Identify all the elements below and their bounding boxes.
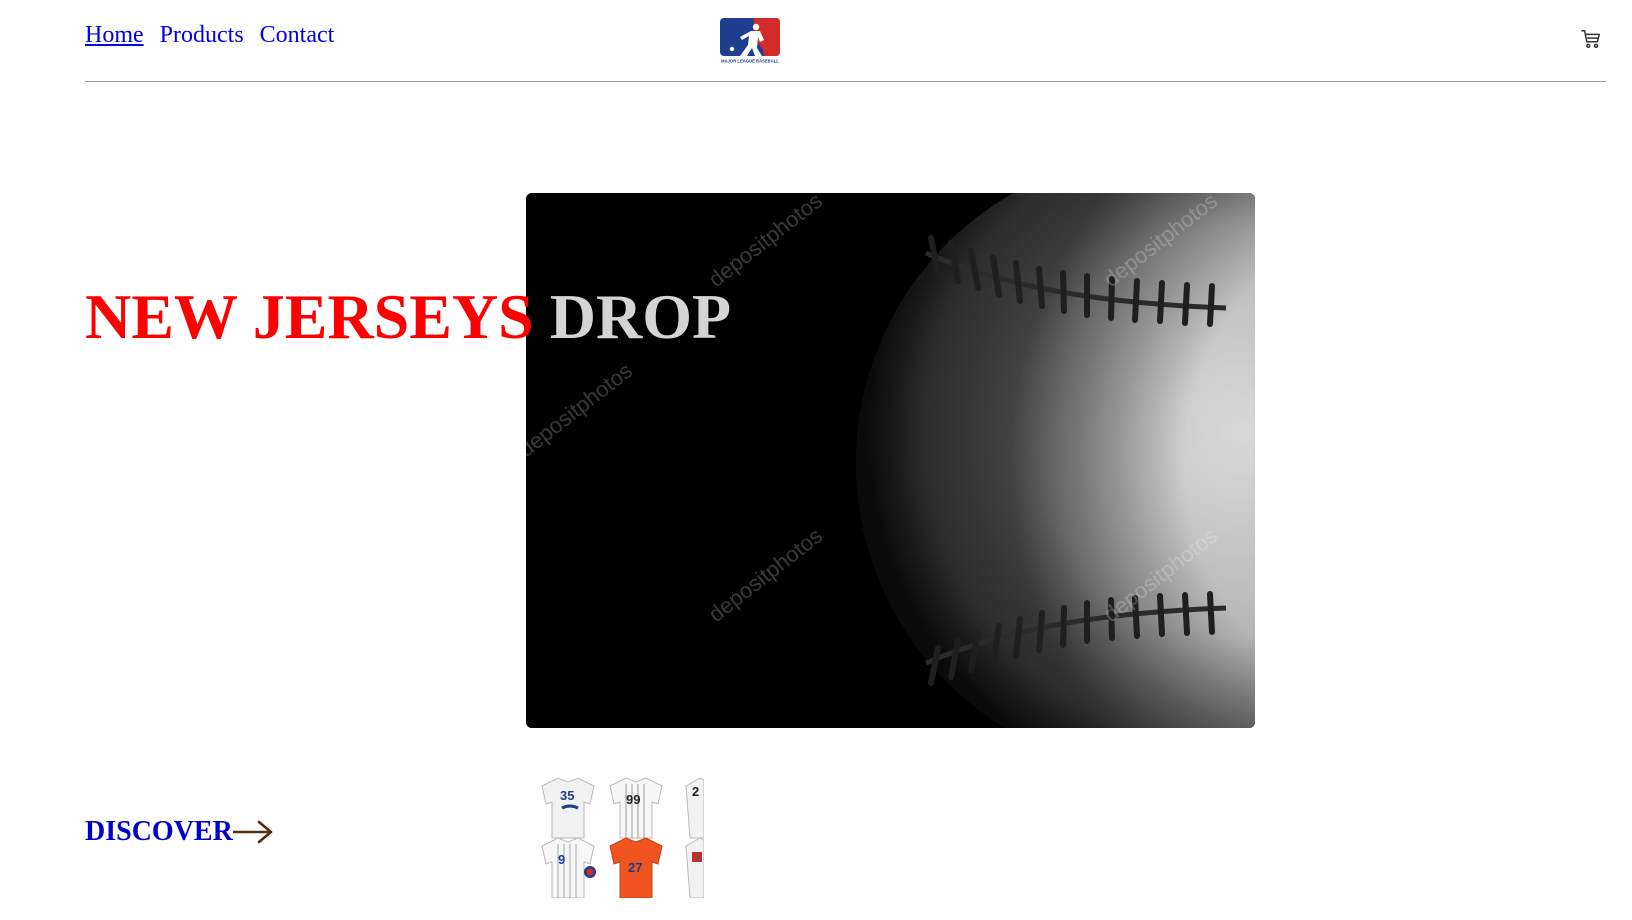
logo-wordmark: MAJOR LEAGUE BASEBALL (721, 59, 779, 64)
hero-headline: NEW JERSEYS DROP (85, 280, 731, 354)
nav-contact-link[interactable]: Contact (260, 22, 335, 49)
jersey-number: 99 (626, 792, 640, 807)
top-nav: Home Products Contact (85, 22, 334, 49)
jersey-number: 27 (628, 860, 642, 875)
nav-home-link[interactable]: Home (85, 22, 144, 49)
jerseys-thumbnail[interactable]: 35 99 2 9 27 (540, 774, 704, 898)
discover-label: DISCOVER (85, 816, 233, 847)
mlb-logo[interactable]: MAJOR LEAGUE BASEBALL (720, 18, 780, 64)
jersey-number: 9 (558, 852, 565, 867)
headline-part2: DROP (549, 281, 732, 352)
jersey-number: 2 (692, 784, 699, 799)
headline-part1: NEW JERSEYS (85, 281, 534, 352)
arrow-right-icon (232, 820, 273, 844)
jersey-number: 35 (560, 788, 574, 803)
discover-link[interactable]: DISCOVER (85, 816, 273, 848)
nav-products-link[interactable]: Products (160, 22, 244, 49)
header-divider (85, 81, 1606, 82)
cart-icon[interactable] (1580, 28, 1602, 50)
hero-image: depositphotos depositphotos depositphoto… (526, 193, 1255, 728)
